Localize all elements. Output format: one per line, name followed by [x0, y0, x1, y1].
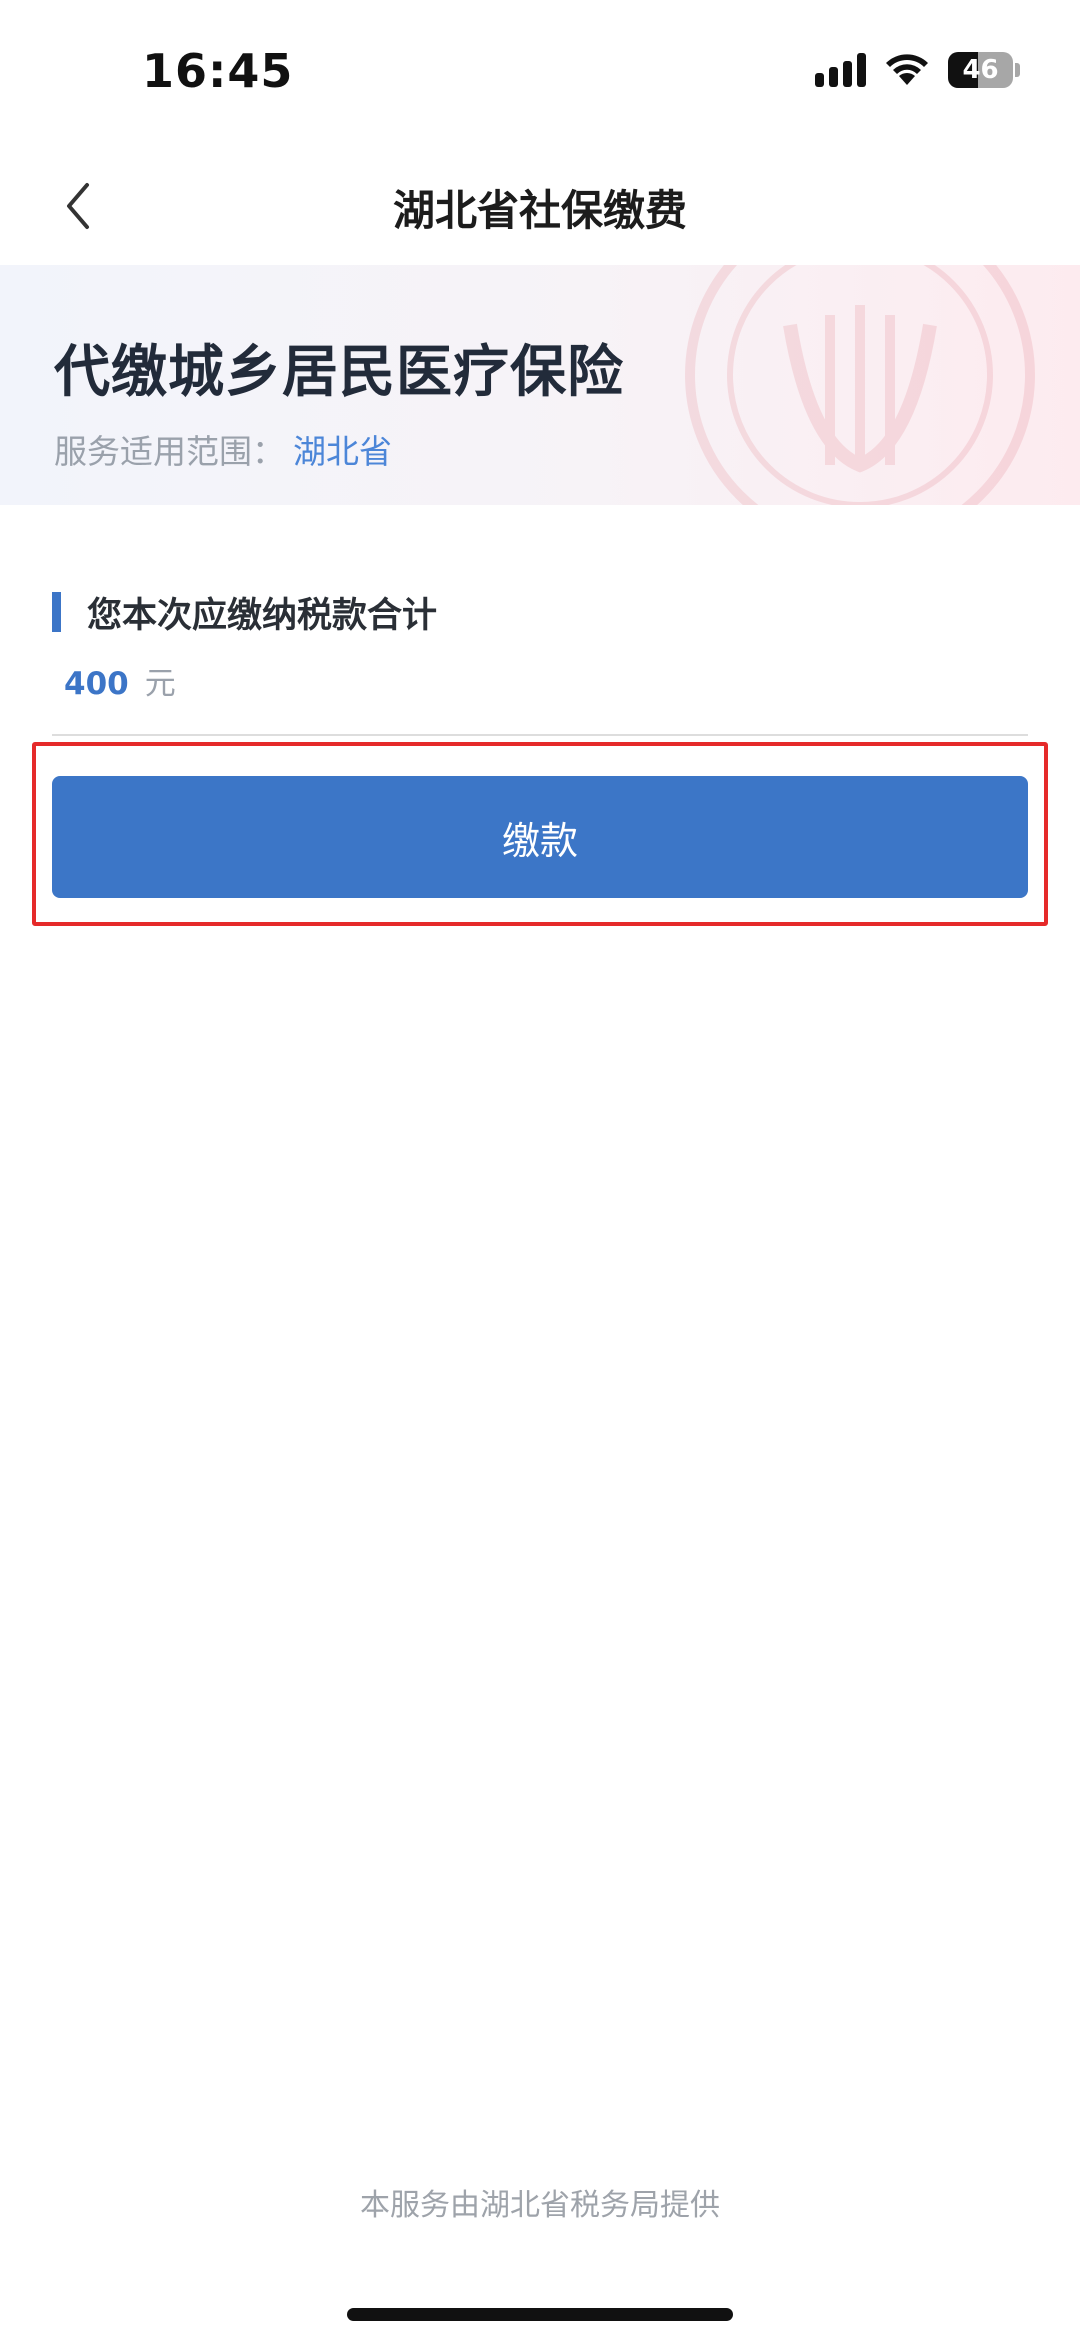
scope-label: 服务适用范围： [54, 432, 285, 471]
service-scope: 服务适用范围： 湖北省 [54, 425, 392, 473]
divider [52, 734, 1028, 736]
amount-row: 400 元 [64, 658, 1028, 703]
home-indicator[interactable] [347, 2308, 733, 2321]
nav-bar: 湖北省社保缴费 [0, 150, 1080, 265]
battery-level: 46 [948, 52, 1014, 88]
amount-value: 400 [64, 666, 129, 702]
service-banner: 代缴城乡居民医疗保险 服务适用范围： 湖北省 [0, 265, 1080, 505]
scope-value: 湖北省 [293, 432, 392, 471]
amount-label: 您本次应缴纳税款合计 [87, 595, 438, 636]
amount-unit: 元 [144, 666, 176, 702]
pay-button[interactable]: 缴款 [52, 776, 1028, 898]
status-icons: 46 [815, 52, 1020, 88]
page-title: 湖北省社保缴费 [392, 186, 687, 235]
amount-label-row: 您本次应缴纳税款合计 [52, 590, 1028, 636]
status-time: 16:45 [142, 44, 294, 98]
service-title: 代缴城乡居民医疗保险 [54, 340, 624, 405]
section-accent-bar [52, 592, 61, 632]
battery-icon: 46 [948, 52, 1020, 88]
status-bar: 16:45 46 [0, 0, 1080, 150]
cellular-signal-icon [815, 53, 866, 87]
footer-provider-text: 本服务由湖北省税务局提供 [360, 2188, 720, 2223]
tax-emblem-icon [685, 265, 1035, 505]
chevron-left-icon [67, 183, 89, 229]
wifi-icon [886, 54, 928, 85]
amount-section: 您本次应缴纳税款合计 400 元 [52, 590, 1028, 703]
back-button[interactable] [48, 176, 108, 236]
